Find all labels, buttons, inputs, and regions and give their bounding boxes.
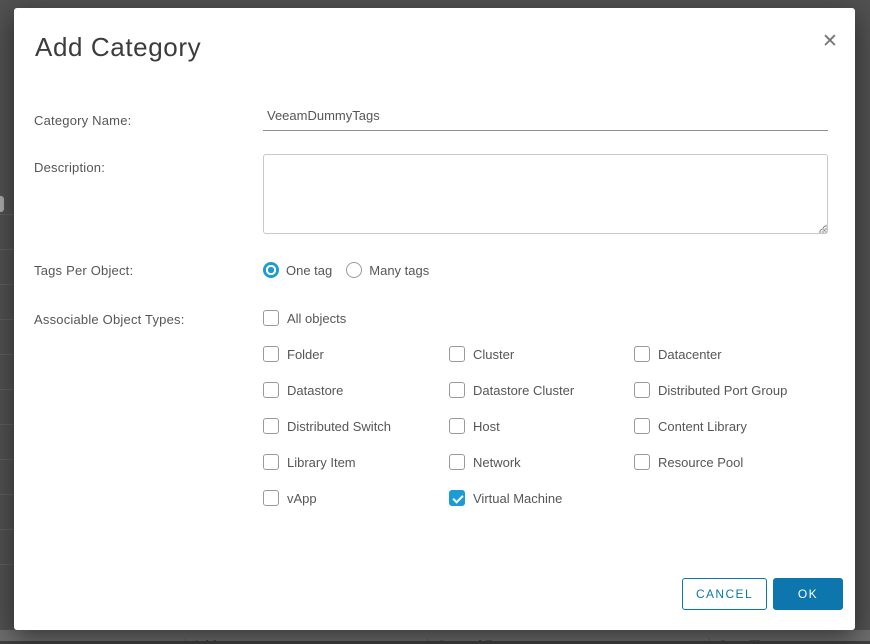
tags-per-object-group: One tag Many tags <box>263 262 429 278</box>
checkbox-icon[interactable] <box>449 346 465 362</box>
checkbox-label: Distributed Switch <box>287 419 391 434</box>
checkbox-label: Distributed Port Group <box>658 383 787 398</box>
dialog-title: Add Category <box>35 32 201 63</box>
object-type-checkbox-item[interactable]: Host <box>449 418 634 434</box>
associable-object-types-label: Associable Object Types: <box>34 312 185 327</box>
checkbox-label: Host <box>473 419 500 434</box>
description-textarea[interactable] <box>263 154 828 234</box>
checkbox-icon[interactable] <box>263 382 279 398</box>
checkbox-label: Datastore Cluster <box>473 383 574 398</box>
add-category-dialog: Add Category ✕ Category Name: Descriptio… <box>14 8 855 630</box>
ok-button[interactable]: OK <box>773 578 843 610</box>
object-type-checkbox-item[interactable]: All objects <box>263 310 833 326</box>
object-type-grid: Folder Cluster Datacenter Datastore Data… <box>263 346 833 506</box>
checkbox-icon[interactable] <box>263 346 279 362</box>
checkbox-label: Library Item <box>287 455 356 470</box>
checkbox-label: Virtual Machine <box>473 491 562 506</box>
checkbox-label: Resource Pool <box>658 455 743 470</box>
checkbox-label: Folder <box>287 347 324 362</box>
radio-icon[interactable] <box>346 262 362 278</box>
radio-label: One tag <box>286 263 332 278</box>
dialog-footer: CANCEL OK <box>682 578 843 610</box>
checkbox-icon[interactable] <box>449 454 465 470</box>
close-icon[interactable]: ✕ <box>818 30 842 54</box>
object-type-checkbox-item[interactable]: Distributed Switch <box>263 418 449 434</box>
checkbox-icon[interactable] <box>263 310 279 326</box>
category-name-label: Category Name: <box>34 113 131 128</box>
associable-object-types-group: All objects Folder Cluster Datacenter Da… <box>263 310 833 506</box>
checkbox-label: Content Library <box>658 419 747 434</box>
checkbox-icon[interactable] <box>634 346 650 362</box>
checkbox-label: Datastore <box>287 383 343 398</box>
checkbox-label: Datacenter <box>658 347 722 362</box>
checkbox-icon[interactable] <box>263 454 279 470</box>
object-type-checkbox-item[interactable]: Datastore Cluster <box>449 382 634 398</box>
checkbox-icon[interactable] <box>634 382 650 398</box>
object-type-checkbox-item[interactable]: Cluster <box>449 346 634 362</box>
object-type-checkbox-item[interactable]: Datastore <box>263 382 449 398</box>
object-type-checkbox-item[interactable]: Datacenter <box>634 346 833 362</box>
checkbox-icon[interactable] <box>634 454 650 470</box>
object-type-checkbox-item[interactable]: Library Item <box>263 454 449 470</box>
checkbox-label: Cluster <box>473 347 514 362</box>
object-type-checkbox-item[interactable]: Folder <box>263 346 449 362</box>
object-type-checkbox-item[interactable]: Content Library <box>634 418 833 434</box>
description-label: Description: <box>34 160 105 175</box>
background-sidebar-notch <box>0 196 4 212</box>
checkbox-icon[interactable] <box>449 490 465 506</box>
object-type-checkbox-item[interactable]: vApp <box>263 490 449 506</box>
background-table-header: Initiator Queued For Start Time ↓ <box>0 630 870 641</box>
background-sidebar-strip <box>0 180 14 580</box>
checkbox-label: Network <box>473 455 521 470</box>
checkbox-icon[interactable] <box>449 382 465 398</box>
checkbox-label: vApp <box>287 491 317 506</box>
radio-option[interactable]: Many tags <box>346 262 429 278</box>
checkbox-icon[interactable] <box>263 418 279 434</box>
radio-label: Many tags <box>369 263 429 278</box>
radio-option[interactable]: One tag <box>263 262 332 278</box>
object-type-checkbox-item[interactable]: Resource Pool <box>634 454 833 470</box>
category-name-input[interactable] <box>263 105 828 131</box>
checkbox-icon[interactable] <box>449 418 465 434</box>
cancel-button[interactable]: CANCEL <box>682 578 767 610</box>
radio-icon[interactable] <box>263 262 279 278</box>
object-type-checkbox-item[interactable]: Virtual Machine <box>449 490 634 506</box>
object-type-checkbox-item[interactable]: Distributed Port Group <box>634 382 833 398</box>
checkbox-icon[interactable] <box>263 490 279 506</box>
object-type-checkbox-item[interactable]: Network <box>449 454 634 470</box>
tags-per-object-label: Tags Per Object: <box>34 263 133 278</box>
checkbox-label: All objects <box>287 311 346 326</box>
checkbox-icon[interactable] <box>634 418 650 434</box>
